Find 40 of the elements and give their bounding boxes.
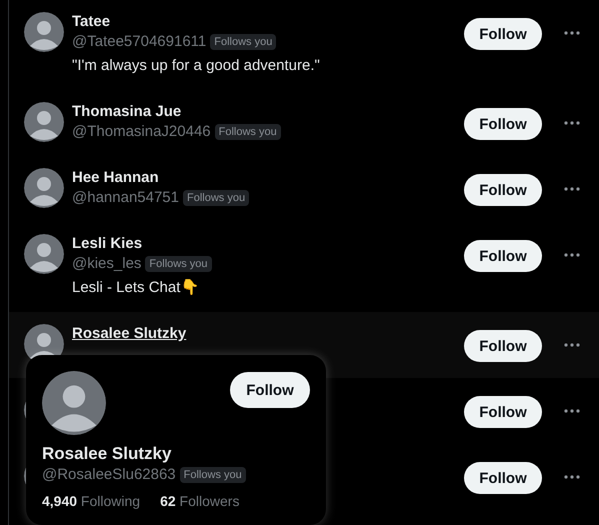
follow-button[interactable]: Follow xyxy=(464,330,542,362)
follows-you-badge: Follows you xyxy=(180,467,246,483)
avatar[interactable] xyxy=(24,12,64,52)
user-name[interactable]: Rosalee Slutzky xyxy=(72,324,186,344)
more-icon[interactable] xyxy=(564,121,580,125)
follow-button[interactable]: Follow xyxy=(464,174,542,206)
followers-link[interactable]: 62 Followers xyxy=(160,493,240,509)
user-handle: @hannan54751 xyxy=(72,188,179,208)
user-name[interactable]: Rosalee Slutzky xyxy=(42,443,172,465)
follow-button[interactable]: Follow xyxy=(464,18,542,50)
follow-button[interactable]: Follow xyxy=(464,240,542,272)
more-icon[interactable] xyxy=(564,253,580,257)
avatar[interactable] xyxy=(42,371,106,435)
user-name[interactable]: Thomasina Jue xyxy=(72,102,182,122)
user-bio: Lesli - Lets Chat👇 xyxy=(72,278,200,298)
user-handle: @Tatee5704691611 xyxy=(72,32,206,52)
follows-you-badge: Follows you xyxy=(145,256,212,272)
follow-button[interactable]: Follow xyxy=(464,396,542,428)
user-name[interactable]: Lesli Kies xyxy=(72,234,142,254)
user-handle: @ThomasinaJ20446 xyxy=(72,122,211,142)
user-handle: @kies_les xyxy=(72,254,142,274)
more-icon[interactable] xyxy=(564,187,580,191)
follows-you-badge: Follows you xyxy=(210,34,276,50)
follows-you-badge: Follows you xyxy=(214,124,281,140)
follow-button[interactable]: Follow xyxy=(464,462,542,494)
avatar[interactable] xyxy=(24,102,64,142)
user-handle: @RosaleeSlu62863 xyxy=(42,465,176,485)
follow-button[interactable]: Follow xyxy=(464,108,542,140)
more-icon[interactable] xyxy=(564,475,580,479)
user-name[interactable]: Tatee xyxy=(72,12,110,32)
avatar[interactable] xyxy=(24,168,64,208)
following-link[interactable]: 4,940 Following xyxy=(42,493,140,509)
more-icon[interactable] xyxy=(564,31,580,35)
avatar[interactable] xyxy=(24,234,64,274)
more-icon[interactable] xyxy=(564,409,580,413)
follows-you-badge: Follows you xyxy=(183,190,250,206)
user-name[interactable]: Hee Hannan xyxy=(72,168,159,188)
user-bio: "I'm always up for a good adventure." xyxy=(72,56,321,76)
follow-button[interactable]: Follow xyxy=(230,372,310,408)
more-icon[interactable] xyxy=(564,343,580,347)
